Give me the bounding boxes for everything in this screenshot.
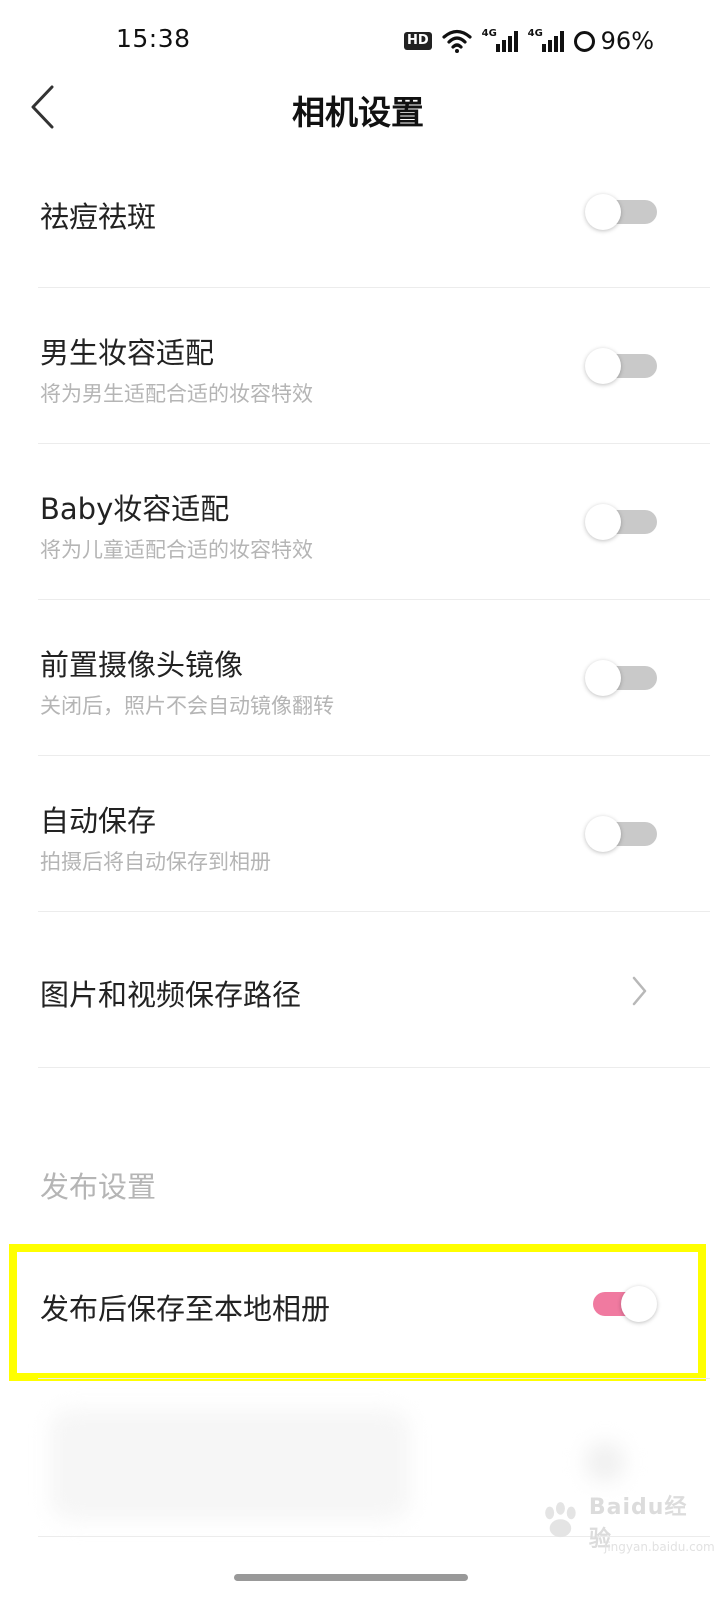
setting-title: 自动保存: [40, 804, 157, 838]
status-bar: 15:38 HD 4G 4G 96%: [0, 0, 716, 84]
setting-subtitle: 关闭后，照片不会自动镜像翻转: [40, 694, 334, 718]
home-indicator[interactable]: [234, 1574, 468, 1581]
front-camera-mirror-toggle[interactable]: [585, 660, 657, 696]
setting-subtitle: 将为儿童适配合适的妆容特效: [40, 538, 313, 562]
baby-makeup-toggle[interactable]: [585, 504, 657, 540]
status-time: 15:38: [116, 24, 191, 53]
nav-bar: 相机设置: [0, 84, 716, 184]
setting-title: Baby妆容适配: [40, 492, 230, 526]
highlight-annotation: [9, 1244, 706, 1381]
row-divider: [38, 1378, 710, 1379]
row-divider: [38, 1067, 710, 1068]
battery-percent: 96%: [600, 27, 654, 55]
cellular-signal-icon-1: 4G: [481, 28, 518, 52]
male-makeup-toggle[interactable]: [585, 348, 657, 384]
setting-row-baby-makeup: Baby妆容适配 将为儿童适配合适的妆容特效: [0, 444, 716, 600]
baidu-watermark: Baidu经验 jingyan.baidu.com: [538, 1495, 715, 1554]
hd-icon: HD: [403, 32, 432, 50]
setting-subtitle: 将为男生适配合适的妆容特效: [40, 382, 313, 406]
acne-removal-toggle[interactable]: [585, 194, 657, 230]
cellular-signal-icon-2: 4G: [527, 28, 564, 52]
publish-section-header: 发布设置: [40, 1170, 157, 1204]
setting-row-front-camera-mirror: 前置摄像头镜像 关闭后，照片不会自动镜像翻转: [0, 600, 716, 756]
setting-row-save-path[interactable]: 图片和视频保存路径: [0, 912, 716, 1068]
setting-row-acne-removal: 祛痘祛斑: [0, 184, 716, 288]
status-icons: HD 4G 4G 96%: [403, 26, 654, 56]
page-title: 相机设置: [292, 93, 424, 132]
battery-icon: [573, 30, 595, 52]
watermark-url: jingyan.baidu.com: [604, 1540, 715, 1554]
camera-settings-screen: 15:38 HD 4G 4G 96% 相机设置 祛痘祛斑 男生妆容适配 将为男生…: [0, 0, 716, 1600]
setting-title: 男生妆容适配: [40, 336, 215, 370]
setting-row-male-makeup: 男生妆容适配 将为男生适配合适的妆容特效: [0, 288, 716, 444]
network-type-label-1: 4G: [481, 28, 497, 39]
setting-subtitle: 拍摄后将自动保存到相册: [40, 850, 271, 874]
setting-title: 前置摄像头镜像: [40, 648, 244, 682]
chevron-right-icon: [632, 976, 647, 1006]
network-type-label-2: 4G: [527, 28, 543, 39]
wifi-icon: [442, 29, 472, 53]
setting-title: 图片和视频保存路径: [40, 978, 302, 1012]
auto-save-toggle[interactable]: [585, 816, 657, 852]
paw-logo-icon: [545, 1502, 576, 1538]
setting-title: 祛痘祛斑: [40, 200, 157, 234]
setting-row-auto-save: 自动保存 拍摄后将自动保存到相册: [0, 756, 716, 912]
